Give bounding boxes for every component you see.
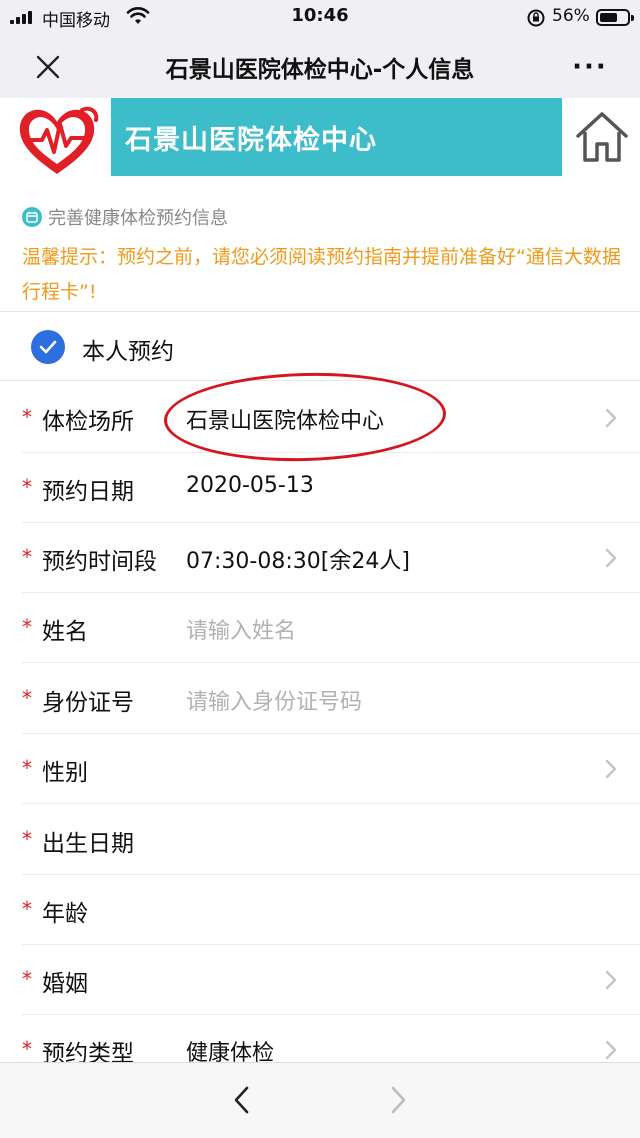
battery-percent: 56% <box>552 6 590 26</box>
divider <box>0 380 640 381</box>
status-bar: 中国移动 10:46 56% <box>0 0 640 36</box>
id-number-input[interactable]: 请输入身份证号码 <box>186 684 362 716</box>
self-booking-option[interactable]: 本人预约 <box>0 312 640 380</box>
form-label: 出生日期 <box>42 831 134 857</box>
required-mark: * <box>22 686 32 710</box>
required-mark: * <box>22 615 32 639</box>
required-mark: * <box>22 756 32 780</box>
form-label: 姓名 <box>42 619 88 645</box>
self-booking-label: 本人预约 <box>82 339 174 365</box>
hospital-logo <box>19 106 99 174</box>
more-icon[interactable]: ··· <box>570 52 610 82</box>
required-mark: * <box>22 475 32 499</box>
notice-tip: 温馨提示：预约之前，请您必须阅读预约指南并提前准备好“通信大数据行程卡”! <box>22 246 621 303</box>
browser-toolbar <box>0 1062 640 1138</box>
calendar-icon <box>22 207 42 227</box>
form-label: 婚姻 <box>42 971 88 997</box>
required-mark: * <box>22 405 32 429</box>
name-input[interactable]: 请输入姓名 <box>186 613 296 645</box>
form-row-marital-status[interactable]: * 婚姻 <box>0 945 640 1015</box>
required-mark: * <box>22 967 32 991</box>
form-label: 预约时间段 <box>42 549 157 575</box>
form-row-booking-date[interactable]: * 预约日期 2020-05-13 <box>0 453 640 523</box>
form-row-birth-date[interactable]: * 出生日期 <box>0 805 640 875</box>
close-icon[interactable] <box>30 49 66 85</box>
page-title: 石景山医院体检中心-个人信息 <box>165 57 475 83</box>
back-arrow-icon[interactable] <box>230 1083 254 1117</box>
required-mark: * <box>22 827 32 851</box>
required-mark: * <box>22 545 32 569</box>
form-row-name[interactable]: * 姓名 请输入姓名 <box>0 593 640 663</box>
form-row-exam-location[interactable]: * 体检场所 石景山医院体检中心 <box>0 383 640 453</box>
notice-header: 完善健康体检预约信息 <box>22 204 228 230</box>
required-mark: * <box>22 897 32 921</box>
battery-icon <box>596 9 634 26</box>
chevron-right-icon <box>605 1040 617 1060</box>
form-label: 年龄 <box>42 901 88 927</box>
form-row-age[interactable]: * 年龄 <box>0 875 640 945</box>
form-label: 体检场所 <box>42 409 134 435</box>
booking-date-value: 2020-05-13 <box>186 473 314 498</box>
form-label: 身份证号 <box>42 690 134 716</box>
hospital-banner: 石景山医院体检中心 <box>0 98 640 182</box>
time-slot-value: 07:30-08:30[余24人] <box>186 549 410 574</box>
form-label: 性别 <box>42 760 88 786</box>
hospital-name-box: 石景山医院体检中心 <box>111 98 562 176</box>
chevron-right-icon <box>605 548 617 568</box>
chevron-right-icon <box>605 970 617 990</box>
form-row-id-number[interactable]: * 身份证号 请输入身份证号码 <box>0 664 640 734</box>
home-icon[interactable] <box>572 106 632 166</box>
required-mark: * <box>22 1037 32 1061</box>
checkmark-icon[interactable] <box>31 330 65 364</box>
rotation-lock-icon <box>527 9 545 27</box>
chevron-right-icon <box>605 759 617 779</box>
chevron-right-icon <box>605 408 617 428</box>
nav-bar: 石景山医院体检中心-个人信息 ··· <box>0 36 640 98</box>
notice-title: 完善健康体检预约信息 <box>48 208 228 229</box>
forward-arrow-icon[interactable] <box>386 1083 410 1117</box>
exam-location-value: 石景山医院体检中心 <box>186 409 385 434</box>
form-row-gender[interactable]: * 性别 <box>0 734 640 804</box>
hospital-name: 石景山医院体检中心 <box>125 125 377 156</box>
form-label: 预约日期 <box>42 479 134 505</box>
form-row-time-slot[interactable]: * 预约时间段 07:30-08:30[余24人] <box>0 523 640 593</box>
